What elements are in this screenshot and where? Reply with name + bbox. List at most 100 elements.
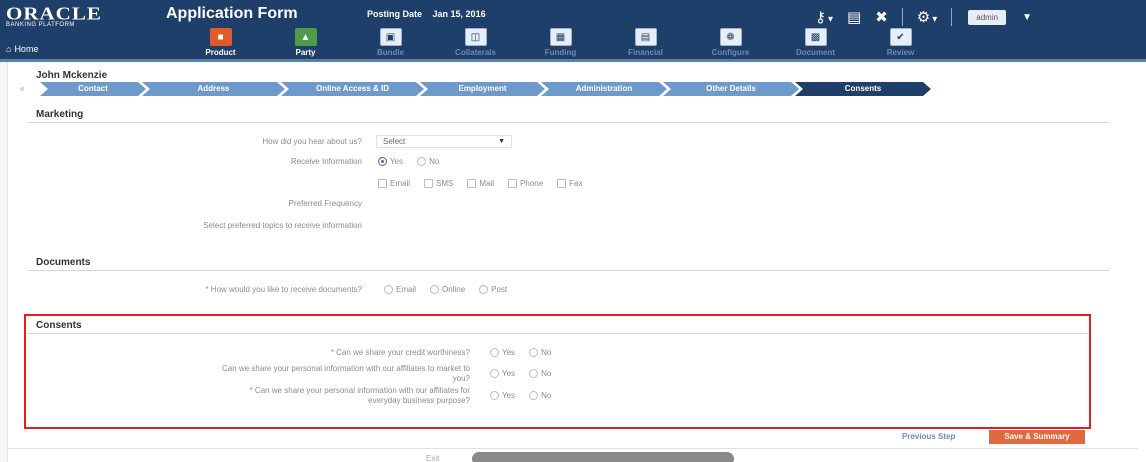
step-financial[interactable]: ▤ Financial: [603, 28, 688, 57]
chevron-down-icon: ▼: [498, 138, 505, 145]
receive-no-option[interactable]: No: [417, 157, 439, 166]
footer-scroll-bar[interactable]: [472, 452, 734, 462]
channel-fax[interactable]: Fax: [557, 179, 583, 188]
radio[interactable]: [529, 391, 539, 400]
radio[interactable]: [529, 369, 539, 378]
channel-email[interactable]: Email: [378, 179, 410, 188]
select-value: Select: [383, 137, 406, 146]
step-collaterals[interactable]: ◫ Collaterals: [433, 28, 518, 57]
chevron-left-icon[interactable]: «: [20, 82, 40, 96]
section-title-marketing: Marketing: [36, 109, 84, 120]
step-label: Review: [886, 48, 915, 57]
option-label: No: [541, 391, 552, 400]
radio[interactable]: [490, 369, 499, 378]
doc-email-option[interactable]: Email: [384, 285, 416, 294]
checkbox[interactable]: [557, 179, 567, 188]
page-title: Application Form: [166, 5, 298, 22]
consent-market-yes[interactable]: Yes: [490, 369, 515, 378]
divider: [951, 8, 953, 26]
step-party[interactable]: ▲ Party: [263, 28, 348, 57]
receive-info-radios: Yes No: [378, 157, 449, 166]
consent-market-no[interactable]: No: [529, 369, 551, 378]
hear-about-label: How did you hear about us?: [262, 137, 362, 146]
breadcrumb-employment[interactable]: Employment: [420, 82, 545, 96]
consent-business-yes[interactable]: Yes: [490, 391, 515, 400]
question-line: Can we share your personal information w…: [222, 364, 470, 373]
consent-credit-yes[interactable]: Yes: [490, 348, 515, 357]
consent-market-radios: Yes No: [490, 369, 561, 378]
radio[interactable]: [479, 285, 489, 294]
key-icon[interactable]: ⚷ ▾: [815, 8, 833, 26]
consent-credit-no[interactable]: No: [529, 348, 551, 357]
consent-business-no[interactable]: No: [529, 391, 551, 400]
section-title-consents: Consents: [36, 320, 82, 331]
receive-yes-option[interactable]: Yes: [378, 157, 403, 166]
step-document[interactable]: ▩ Document: [773, 28, 858, 57]
step-label: Bundle: [376, 48, 405, 57]
radio[interactable]: [384, 285, 393, 294]
receive-no-radio[interactable]: [417, 157, 427, 166]
step-configure[interactable]: ❁ Configure: [688, 28, 773, 57]
breadcrumb-administration[interactable]: Administration: [541, 82, 667, 96]
breadcrumb-other-details[interactable]: Other Details: [663, 82, 799, 96]
breadcrumb-contact[interactable]: Contact: [40, 82, 146, 96]
logo-text: ORACLE: [6, 3, 102, 24]
briefcase-icon: ■: [209, 28, 232, 46]
checkbox[interactable]: [508, 179, 518, 188]
step-label: Collaterals: [455, 48, 496, 57]
previous-step-link[interactable]: Previous Step: [902, 432, 955, 441]
header-toolbar: ⚷ ▾ ▤ ✖ ⚙ ▾ admin ▼: [815, 8, 1032, 26]
save-icon[interactable]: ▤: [847, 8, 861, 26]
step-label: Product: [205, 48, 236, 57]
breadcrumb: « Contact Address Online Access & ID Emp…: [20, 82, 927, 96]
breadcrumb-consents[interactable]: Consents: [795, 82, 931, 96]
option-label: Yes: [502, 348, 516, 357]
breadcrumb-online-access[interactable]: Online Access & ID: [281, 82, 424, 96]
close-icon[interactable]: ✖: [875, 8, 888, 26]
option-label: Post: [491, 285, 508, 294]
home-link[interactable]: ⌂ Home: [6, 44, 38, 54]
channel-mail[interactable]: Mail: [467, 179, 494, 188]
option-label: No: [541, 369, 552, 378]
person-icon: ▲: [294, 28, 317, 46]
chevron-down-icon[interactable]: ▼: [1022, 12, 1032, 23]
consent-business-radios: Yes No: [490, 391, 561, 400]
step-funding[interactable]: ▦ Funding: [518, 28, 603, 57]
option-label: No: [541, 348, 552, 357]
option-label: Yes: [502, 391, 516, 400]
settings-icon[interactable]: ⚙ ▾: [917, 8, 937, 26]
step-product[interactable]: ■ Product: [178, 28, 263, 57]
hear-about-select[interactable]: Select ▼: [376, 135, 512, 148]
radio[interactable]: [490, 348, 499, 357]
receive-yes-radio[interactable]: [378, 157, 387, 166]
channel-phone[interactable]: Phone: [508, 179, 543, 188]
user-menu[interactable]: admin: [968, 9, 1007, 25]
doc-online-option[interactable]: Online: [430, 285, 465, 294]
doc-post-option[interactable]: Post: [479, 285, 507, 294]
radio[interactable]: [430, 285, 440, 294]
checkbox[interactable]: [378, 179, 387, 188]
radio[interactable]: [490, 391, 499, 400]
breadcrumb-address[interactable]: Address: [142, 82, 285, 96]
configure-icon: ❁: [719, 28, 742, 46]
section-divider: [28, 270, 1110, 271]
checkbox[interactable]: [467, 179, 477, 188]
option-label: Email: [390, 179, 411, 188]
option-label: Yes: [390, 157, 404, 166]
channel-sms[interactable]: SMS: [424, 179, 453, 188]
left-edge: [0, 62, 8, 462]
funding-icon: ▦: [549, 28, 572, 46]
footer-text[interactable]: Exit: [426, 454, 439, 462]
question-line: * Can we share your personal information…: [249, 386, 470, 395]
financial-icon: ▤: [634, 28, 657, 46]
oracle-logo[interactable]: ORACLE BANKING PLATFORM: [6, 3, 102, 28]
radio[interactable]: [529, 348, 539, 357]
save-summary-button[interactable]: Save & Summary: [989, 430, 1085, 444]
option-label: Phone: [520, 179, 544, 188]
section-divider: [28, 333, 1088, 334]
step-review[interactable]: ✔ Review: [858, 28, 943, 57]
option-label: Online: [442, 285, 466, 294]
home-icon: ⌂: [6, 44, 12, 54]
checkbox[interactable]: [424, 179, 434, 188]
step-bundle[interactable]: ▣ Bundle: [348, 28, 433, 57]
